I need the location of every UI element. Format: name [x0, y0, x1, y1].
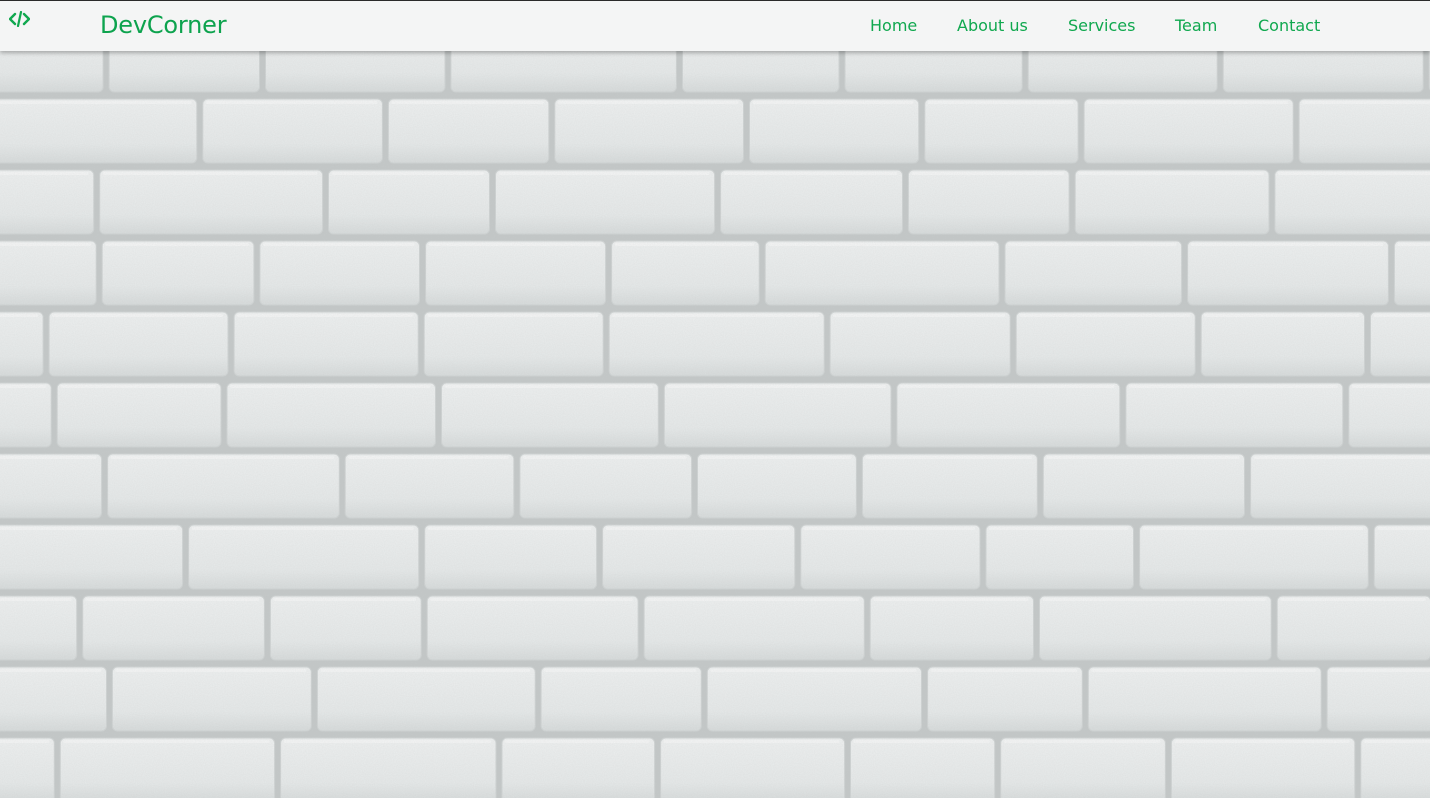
nav-link-team[interactable]: Team — [1175, 16, 1217, 36]
hero-section — [0, 51, 1430, 798]
nav-link-services[interactable]: Services — [1068, 16, 1135, 36]
nav-link-contact[interactable]: Contact — [1258, 16, 1320, 36]
nav-link-home[interactable]: Home — [870, 16, 917, 36]
page: DevCorner Home About us Services Team Co… — [0, 0, 1430, 798]
nav-menu: Home About us Services Team Contact — [0, 16, 1430, 38]
nav-link-about-us[interactable]: About us — [957, 16, 1028, 36]
brick-wall-background — [0, 51, 1430, 798]
navbar: DevCorner Home About us Services Team Co… — [0, 0, 1430, 51]
